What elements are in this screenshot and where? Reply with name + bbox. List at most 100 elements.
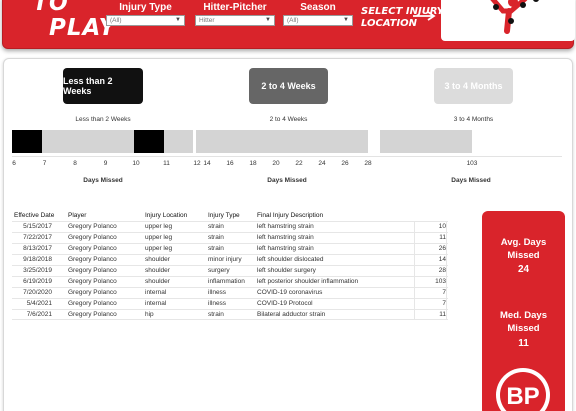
timeline-tick-label: 20 [272,160,280,167]
cell-description: Bilateral adductor strain [257,311,326,318]
timeline-tick-label: 12 [193,160,201,167]
table-row[interactable]: 3/25/2019 Gregory Polanco shoulder surgery l… [12,265,448,276]
cell-date: 6/19/2019 [23,278,52,285]
timeline-injury-mark[interactable] [12,130,42,153]
cell-date: 3/25/2019 [23,267,52,274]
timeline-tick-label: 24 [318,160,326,167]
axis-label-lt2: Days Missed [83,177,123,184]
cell-type: inflammation [208,278,245,285]
table-row[interactable]: 7/6/2021 Gregory Polanco hip strain Bilatera… [12,309,448,320]
timeline-tick-label: 6 [12,160,16,167]
timeline-track-3to4 [380,130,472,153]
timeline-injury-mark[interactable] [134,130,164,153]
chevron-down-icon: ▼ [265,17,271,23]
med-days-missed-value: 11 [518,338,529,349]
cell-location: hip [145,311,154,318]
table-body: 5/15/2017 Gregory Polanco upper leg strain l… [12,221,448,320]
cell-description: left hamstring strain [257,223,314,230]
cell-days-missed: 7 [442,289,446,296]
chevron-down-icon: ▼ [175,17,181,23]
bp-logo: BP [496,368,550,411]
table-row[interactable]: 8/13/2017 Gregory Polanco upper leg strain l… [12,243,448,254]
cell-days-missed: 7 [442,300,446,307]
timeline-tick-label: 11 [163,160,170,167]
cell-days-missed: 11 [439,234,446,241]
cell-days-missed: 11 [439,311,446,318]
season-select[interactable]: (All) ▼ [283,15,353,26]
med-label-line2: Missed [507,323,540,334]
cell-type: strain [208,223,224,230]
timeline-tick-label: 8 [73,160,77,167]
2-to-4-weeks-button[interactable]: 2 to 4 Weeks [249,68,328,104]
col-header-description: Final Injury Description [257,212,324,219]
arrow-right-icon [413,11,436,21]
cell-description: left posterior shoulder inflammation [257,278,359,285]
table-row[interactable]: 9/18/2018 Gregory Polanco shoulder minor in… [12,254,448,265]
cell-location: internal [145,289,167,296]
cell-type: surgery [208,267,230,274]
hitter-pitcher-select[interactable]: Hitter ▼ [195,15,275,26]
cell-location: internal [145,300,167,307]
cell-player: Gregory Polanco [68,300,117,307]
avg-days-missed-label: Avg. Days Missed [482,236,565,262]
season-select-value: (All) [287,17,299,24]
cell-player: Gregory Polanco [68,311,117,318]
axis-label-3to4: Days Missed [451,177,491,184]
cell-description: COVID-19 coronavirus [257,289,323,296]
cell-player: Gregory Polanco [68,289,117,296]
season-filter-label: Season [300,2,336,13]
table-row[interactable]: 5/4/2021 Gregory Polanco internal illness CO… [12,298,448,309]
timeline-title-2to4: 2 to 4 Weeks [269,116,308,123]
cell-type: strain [208,245,224,252]
timeline-tick-label: 26 [341,160,349,167]
cell-player: Gregory Polanco [68,223,117,230]
cell-location: shoulder [145,256,170,263]
cell-date: 7/6/2021 [26,311,52,318]
less-than-2-weeks-button[interactable]: Less than 2 Weeks [63,68,143,104]
cell-type: strain [208,311,224,318]
cell-date: 5/4/2021 [26,300,52,307]
cell-date: 7/20/2020 [23,289,52,296]
cell-player: Gregory Polanco [68,256,117,263]
timeline-tick-label: 14 [203,160,211,167]
3-to-4-months-button[interactable]: 3 to 4 Months [434,68,513,104]
chevron-down-icon: ▼ [343,17,349,23]
body-location-selector[interactable] [441,0,575,41]
cell-type: strain [208,234,224,241]
table-header: Effective Date Player Injury Location In… [12,211,448,221]
timeline-tick-label: 9 [103,160,108,167]
timeline-axis-line [12,156,562,157]
cell-days-missed: 26 [438,245,446,252]
timeline-tick-label: 103 [466,160,478,167]
table-row[interactable]: 6/19/2019 Gregory Polanco shoulder inflamma… [12,276,448,287]
hitter-pitcher-filter: Hitter-Pitcher Hitter ▼ [195,2,275,26]
cell-player: Gregory Polanco [68,245,117,252]
timeline-tick-label: 10 [132,160,140,167]
table-row[interactable]: 7/20/2020 Gregory Polanco internal illness C… [12,287,448,298]
dashboard-title-top: TO [33,0,69,16]
cell-date: 9/18/2018 [23,256,52,263]
cell-date: 8/13/2017 [23,245,52,252]
timeline-tick-label: 7 [42,160,47,167]
avg-label-line2: Missed [507,250,540,261]
body-figure-icon [490,0,539,34]
injury-type-select-value: (All) [110,17,122,24]
timeline-track-2to4 [196,130,368,153]
cell-player: Gregory Polanco [68,267,117,274]
cell-location: upper leg [145,245,173,252]
timeline-tick-label: 18 [249,160,257,167]
cell-type: minor injury [208,256,242,263]
cell-player: Gregory Polanco [68,234,117,241]
table-row[interactable]: 5/15/2017 Gregory Polanco upper leg strain l… [12,221,448,232]
table-row[interactable]: 7/22/2017 Gregory Polanco upper leg strain l… [12,232,448,243]
axis-label-2to4: Days Missed [267,177,307,184]
injury-table: Effective Date Player Injury Location In… [12,211,448,320]
hitter-pitcher-filter-label: Hitter-Pitcher [203,2,267,13]
cell-days-missed: 103 [435,278,446,285]
timeline-tick-label: 22 [295,160,303,167]
injury-type-select[interactable]: (All) ▼ [106,15,185,26]
cell-days-missed: 28 [438,267,446,274]
cell-date: 5/15/2017 [23,223,52,230]
season-filter: Season (All) ▼ [283,2,353,26]
med-days-missed-label: Med. Days Missed [482,309,565,335]
